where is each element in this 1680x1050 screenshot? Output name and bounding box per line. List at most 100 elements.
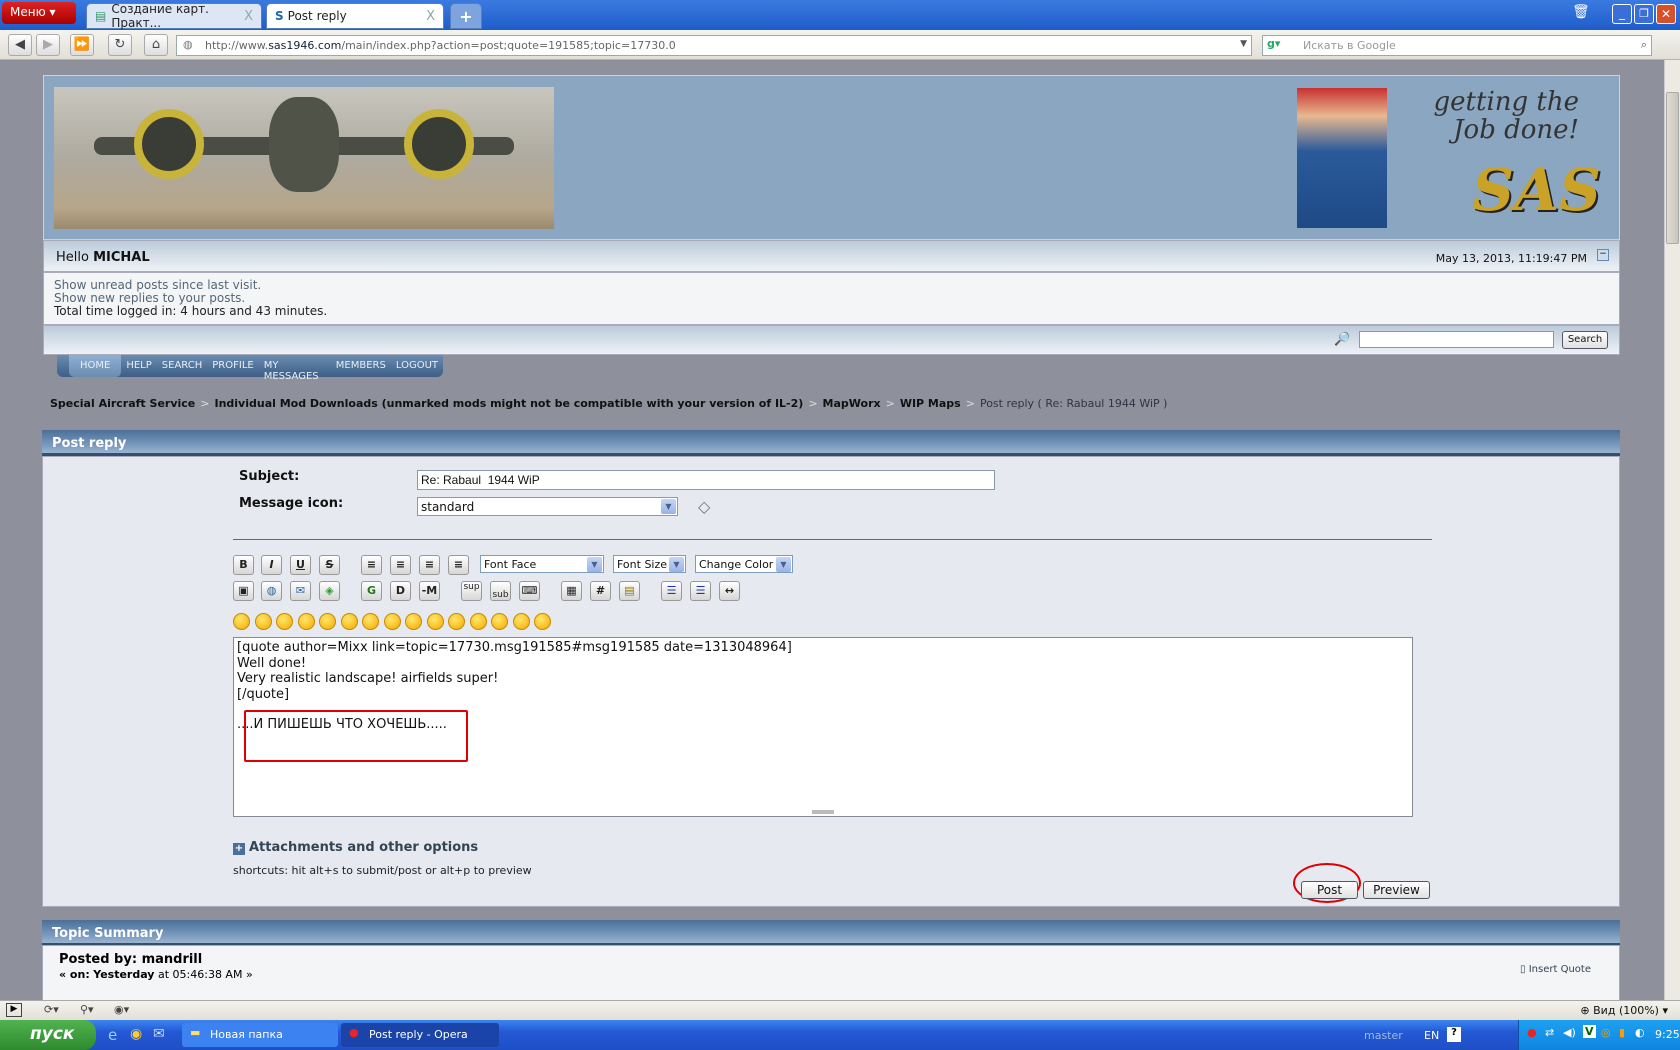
message-icon-select[interactable]: standard ▼ [417, 497, 678, 516]
sad-icon[interactable] [340, 613, 358, 630]
tongue-icon[interactable] [426, 613, 444, 630]
close-icon[interactable]: X [426, 9, 435, 24]
resize-handle[interactable] [812, 810, 834, 814]
bold-button[interactable]: B [233, 555, 254, 575]
reload-button[interactable]: ↻ [108, 34, 132, 56]
embarrassed-icon[interactable] [448, 613, 465, 630]
quote-icon[interactable]: ▤ [619, 581, 640, 601]
align-justify-icon[interactable]: ≡ [361, 555, 382, 575]
tab-post-reply[interactable]: S Post reply X [266, 3, 444, 29]
nav-profile[interactable]: PROFILE [207, 355, 258, 377]
language-indicator[interactable]: EN [1424, 1029, 1439, 1042]
search-icon[interactable]: ⌕ [1641, 38, 1647, 52]
attachments-toggle[interactable]: + Attachments and other options [233, 840, 478, 855]
huh-icon[interactable] [405, 613, 422, 630]
insert-quote-link[interactable]: ▯ Insert Quote [1520, 964, 1591, 975]
nav-help[interactable]: HELP [121, 355, 156, 377]
search-input[interactable] [1359, 331, 1554, 348]
home-button[interactable]: ⌂ [144, 34, 168, 56]
forward-button[interactable]: ▶ [36, 34, 60, 56]
task-opera[interactable]: ● Post reply - Opera [341, 1023, 499, 1047]
ie-icon[interactable]: e [108, 1026, 117, 1044]
chevron-down-icon[interactable]: ▼ [1240, 39, 1247, 49]
close-window-button[interactable]: ✕ [1656, 4, 1676, 24]
undecided-icon[interactable] [491, 613, 508, 630]
task-new-folder[interactable]: ▬ Новая папка [182, 1023, 338, 1047]
app-tray-icon[interactable]: V [1583, 1025, 1596, 1038]
turbo-icon[interactable]: ◉▾ [114, 1003, 129, 1016]
network-icon[interactable]: ⇄ [1545, 1026, 1554, 1039]
help-icon[interactable]: ? [1447, 1027, 1461, 1042]
zoom-control[interactable]: ⊕ Вид (100%) ▾ [1580, 1004, 1668, 1017]
marquee-button[interactable]: -M [419, 581, 440, 601]
underline-button[interactable]: U [290, 555, 311, 575]
cheesy-icon[interactable] [276, 613, 293, 630]
glow-button[interactable]: G [361, 581, 382, 601]
cry-icon[interactable] [534, 613, 551, 630]
back-button[interactable]: ◀ [8, 34, 32, 56]
breadcrumb-link[interactable]: WIP Maps [900, 397, 961, 410]
kiss-icon[interactable] [512, 613, 530, 630]
unread-posts-link[interactable]: Show unread posts since last visit. [54, 279, 1609, 292]
image-icon[interactable]: ▣ [233, 581, 254, 601]
scrollbar-thumb[interactable] [1666, 92, 1679, 244]
font-size-select[interactable]: Font Size ▼ [613, 555, 686, 573]
subject-input[interactable] [417, 470, 995, 490]
start-button[interactable]: пуск [0, 1020, 96, 1050]
breadcrumb-link[interactable]: Individual Mod Downloads (unmarked mods … [214, 397, 803, 410]
align-right-icon[interactable]: ≡ [448, 555, 469, 575]
tray-app-icon[interactable]: ◎ [1601, 1026, 1611, 1039]
email-icon[interactable]: ✉ [290, 581, 311, 601]
minimize-button[interactable]: _ [1612, 4, 1632, 24]
opera-menu-button[interactable]: Меню ▾ [2, 2, 76, 24]
tray-misc-icon[interactable]: ◐ [1635, 1026, 1645, 1039]
nav-my-messages[interactable]: MY MESSAGES [259, 355, 331, 382]
breadcrumb-link[interactable]: MapWorx [823, 397, 881, 410]
cool-icon[interactable] [383, 613, 401, 630]
nav-search[interactable]: SEARCH [157, 355, 207, 377]
nav-logout[interactable]: LOGOUT [391, 355, 443, 377]
collapse-icon[interactable]: − [1597, 249, 1609, 261]
breadcrumb-link[interactable]: Special Aircraft Service [50, 397, 195, 410]
wink-icon[interactable] [254, 613, 272, 630]
post-button[interactable]: Post [1301, 881, 1358, 899]
new-tab-button[interactable]: + [450, 3, 482, 29]
lips-sealed-icon[interactable] [469, 613, 487, 630]
teletype-icon[interactable]: ⌨ [519, 581, 540, 601]
code-button[interactable]: # [590, 581, 611, 601]
align-center-icon[interactable]: ≡ [419, 555, 440, 575]
ftp-icon[interactable]: ◈ [319, 581, 340, 601]
align-left-icon[interactable]: ≡ [390, 555, 411, 575]
trash-icon[interactable]: 🗑 [1572, 4, 1594, 24]
opera-tray-icon[interactable]: ● [1527, 1026, 1537, 1039]
horizontal-rule-icon[interactable]: ↔ [719, 581, 740, 601]
outlook-icon[interactable]: ✉ [153, 1026, 165, 1042]
strikethrough-button[interactable]: S [319, 555, 340, 575]
nav-home[interactable]: HOME [69, 355, 122, 377]
media-player-icon[interactable]: ◉ [130, 1026, 142, 1042]
italic-button[interactable]: I [261, 555, 282, 575]
font-face-select[interactable]: Font Face ▼ [480, 555, 604, 573]
panel-toggle-icon[interactable]: ▶ [6, 1003, 22, 1017]
sync-icon[interactable]: ⟳▾ [44, 1003, 59, 1016]
smiley-icon[interactable] [233, 613, 250, 630]
subscript-button[interactable]: sub [490, 581, 511, 601]
address-bar[interactable]: ◍ http://www.sas1946.com/main/index.php?a… [176, 35, 1252, 56]
tab-maps[interactable]: ▤ Создание карт. Практ... X [86, 2, 262, 30]
angry-icon[interactable] [319, 613, 336, 630]
fast-forward-button[interactable]: ⏩ [70, 34, 94, 56]
superscript-button[interactable]: sup [461, 581, 482, 601]
close-icon[interactable]: X [244, 9, 253, 24]
preview-button[interactable]: Preview [1363, 881, 1430, 899]
shadow-button[interactable]: D [390, 581, 411, 601]
search-button[interactable]: Search [1562, 331, 1608, 349]
restore-button[interactable]: ❐ [1634, 4, 1654, 24]
message-textarea[interactable]: [quote author=Mixx link=topic=17730.msg1… [233, 637, 1413, 817]
shocked-icon[interactable] [362, 613, 379, 630]
google-search-input[interactable]: g▾ Искать в Google ⌕ [1262, 35, 1652, 56]
table-icon[interactable]: ▦ [561, 581, 582, 601]
volume-icon[interactable]: ◀) [1563, 1026, 1576, 1039]
grin-icon[interactable] [297, 613, 315, 630]
nav-members[interactable]: MEMBERS [331, 355, 391, 377]
hyperlink-icon[interactable]: ◍ [261, 581, 282, 601]
